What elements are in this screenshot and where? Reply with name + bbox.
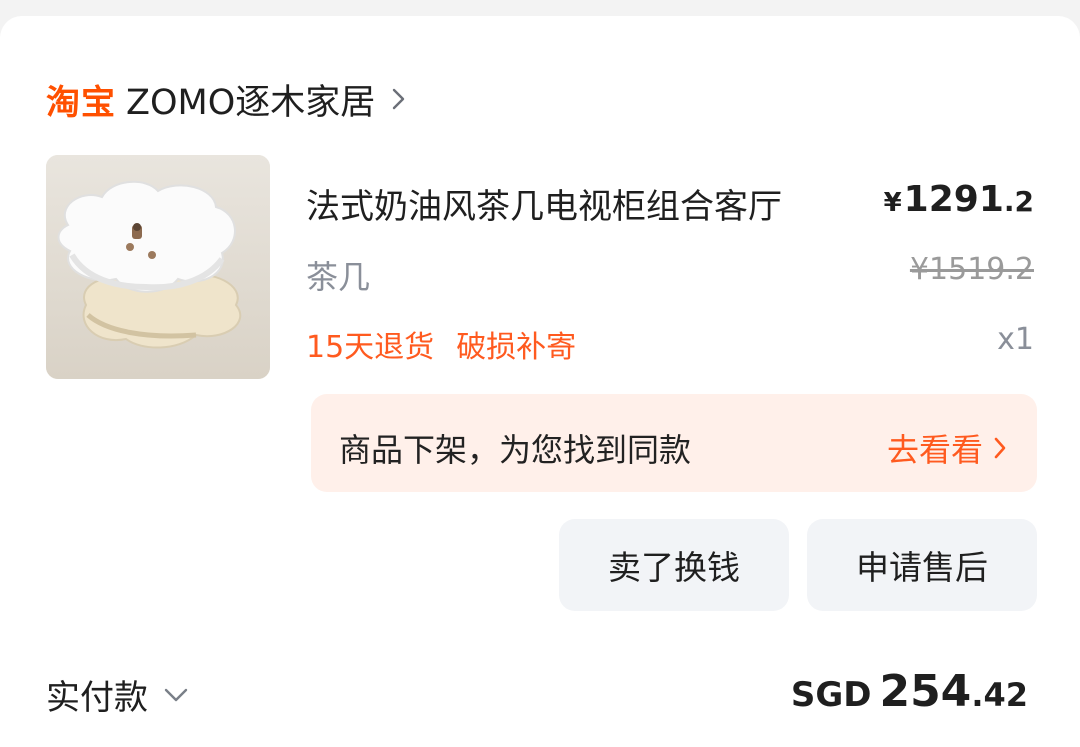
payment-toggle[interactable]: 实付款 <box>46 670 190 719</box>
similar-item-notice[interactable]: 商品下架，为您找到同款 去看看 <box>311 394 1037 492</box>
chevron-down-icon <box>164 688 188 701</box>
payment-decimal: .42 <box>971 676 1028 714</box>
notice-text: 商品下架，为您找到同款 <box>339 431 692 469</box>
after-sale-button[interactable]: 申请售后 <box>807 519 1037 611</box>
tag-return: 15天退货 <box>306 330 435 365</box>
original-price: ¥1519.2 <box>909 252 1034 287</box>
product-title[interactable]: 法式奶油风茶几电视柜组合客厅 <box>306 179 782 228</box>
coffee-table-illustration <box>46 155 270 379</box>
chevron-right-icon <box>994 437 1006 459</box>
shop-header[interactable]: 淘宝 ZOMO逐木家居 <box>46 78 409 123</box>
price-currency: ¥ <box>883 188 902 218</box>
payment-currency: SGD <box>790 675 872 715</box>
product-spec: 茶几 <box>306 258 371 296</box>
payment-amount: SGD 254.42 <box>791 666 1028 717</box>
payment-integer: 254 <box>879 666 972 717</box>
sell-button[interactable]: 卖了换钱 <box>559 519 789 611</box>
taobao-logo: 淘宝 <box>46 82 116 123</box>
order-card: 淘宝 ZOMO逐木家居 法式奶油风茶几电视柜组合客厅 ¥1291.2 茶几 ¥1… <box>0 16 1080 747</box>
price-integer: 1291 <box>903 179 1004 220</box>
tag-damage-resend: 破损补寄 <box>456 330 577 365</box>
price-decimal: .2 <box>1003 185 1034 218</box>
shop-name[interactable]: ZOMO逐木家居 <box>126 74 375 125</box>
quantity: x1 <box>997 322 1034 357</box>
current-price: ¥1291.2 <box>884 179 1034 220</box>
product-image[interactable] <box>46 155 270 379</box>
service-tags: 15天退货 破损补寄 <box>306 322 576 366</box>
view-similar-link[interactable]: 去看看 <box>887 425 1009 471</box>
view-similar-label: 去看看 <box>886 431 983 469</box>
chevron-right-icon[interactable] <box>387 87 409 111</box>
payment-label: 实付款 <box>46 678 148 718</box>
